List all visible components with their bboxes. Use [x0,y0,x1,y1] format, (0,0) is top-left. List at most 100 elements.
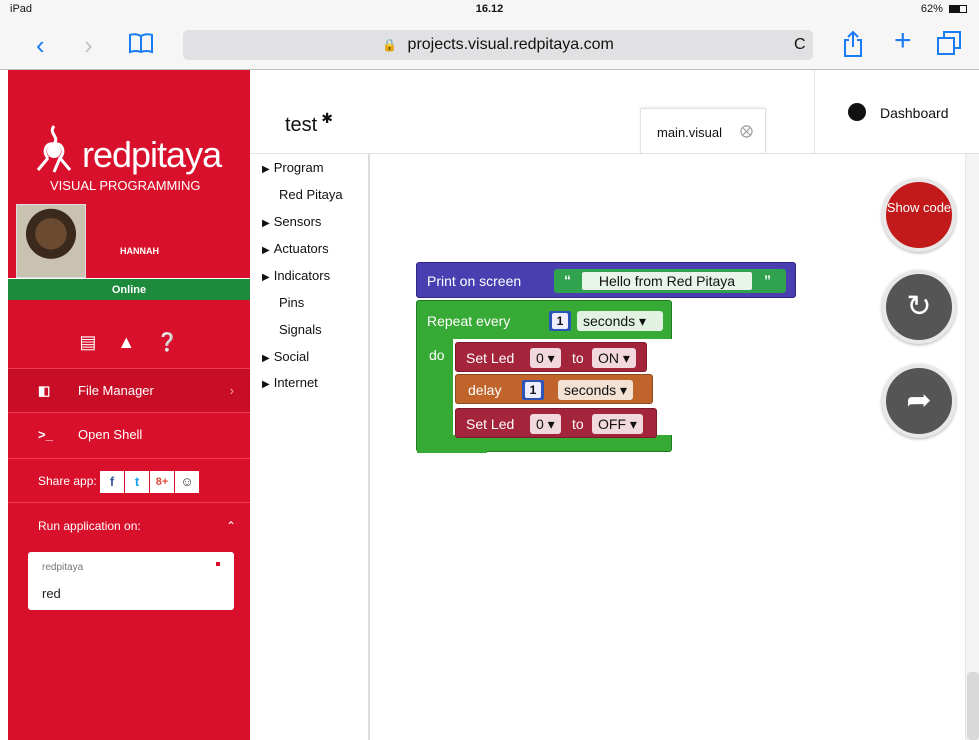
open-shell-item[interactable]: >_ Open Shell [8,412,250,456]
set-led-on-block[interactable]: Set Led 0 ▾ to ON ▾ [455,342,647,372]
led-index-value: 0 [536,416,544,432]
twitter-icon[interactable]: t [125,470,150,493]
bookmarks-icon[interactable] [128,32,154,58]
toolbox-category[interactable]: ▶ Actuators [262,241,329,256]
toolbox-category[interactable]: Pins [279,295,304,310]
repeat-unit-value: seconds [583,313,636,329]
address-bar[interactable]: 🔒 projects.visual.redpitaya.com [183,30,813,60]
lock-icon: 🔒 [382,38,398,52]
text-block[interactable]: “ Hello from Red Pitaya ” [554,269,786,293]
delay-label: delay [468,382,502,398]
forward-icon[interactable]: › [84,32,93,58]
back-icon[interactable]: ‹ [36,32,45,58]
run-button[interactable]: ➦ [882,364,956,438]
set-led-off-block[interactable]: Set Led 0 ▾ to OFF ▾ [455,408,657,438]
logo-subtitle: VISUAL PROGRAMMING [50,178,201,193]
rotate-icon: ↻ [906,290,932,323]
delay-number-block[interactable]: 1 [522,380,544,400]
led-state-dropdown[interactable]: ON ▾ [592,348,636,368]
scrollbar-thumb[interactable] [967,672,979,740]
toolbox-category[interactable]: ▶ Internet [262,375,318,390]
delay-number-field[interactable]: 1 [525,382,541,398]
toolbox-category-label: Indicators [273,268,331,283]
toolbox-category[interactable]: ▶ Sensors [262,214,321,229]
set-led-label: Set Led [466,350,515,366]
new-tab-icon[interactable]: + [894,26,912,56]
tab-main-visual[interactable]: main.visual ⨂ [640,108,766,154]
toolbox-category-label: Internet [273,375,318,390]
show-code-button[interactable]: Show code [882,178,956,252]
delay-unit-value: seconds [564,382,617,398]
ipad-screen: iPad 16.12 62% ‹ › 🔒 projects.visual.red… [0,0,979,740]
expand-arrow-icon: ▶ [262,353,270,364]
status-bar: iPad 16.12 62% [0,0,979,18]
set-led-label: Set Led [466,416,515,432]
toolbox-category-label: Actuators [273,241,329,256]
file-manager-icon: ◧ [38,383,51,398]
workspace-scrollbar[interactable] [965,154,979,740]
delay-unit-dropdown[interactable]: seconds ▾ [558,380,634,400]
url-text: projects.visual.redpitaya.com [407,36,614,53]
device-card[interactable]: redpitaya red [28,552,234,610]
run-application-label: Run application on: [38,519,141,533]
led-index-dropdown[interactable]: 0 ▾ [530,348,561,368]
project-title: test ✱ [285,110,333,137]
sidebar: redpitaya VISUAL PROGRAMMING HANNAH Onli… [8,70,250,740]
text-value-field[interactable]: Hello from Red Pitaya [582,272,752,290]
dashboard-button[interactable]: Dashboard [848,103,949,121]
toolbox-category[interactable]: Signals [279,322,322,337]
reset-button[interactable]: ↻ [882,270,956,344]
expand-arrow-icon: ▶ [262,218,270,229]
gear-icon[interactable]: ✱ [321,110,333,126]
chevron-right-icon: › [229,383,234,398]
toolbox-category[interactable]: ▶ Social [262,349,309,364]
open-shell-label: Open Shell [78,427,143,442]
print-on-screen-block[interactable]: Print on screen “ Hello from Red Pitaya … [416,262,796,298]
device-logo: redpitaya [42,562,84,573]
logo-wordmark: redpitaya [82,134,222,175]
toolbox-category[interactable]: ▶ Program [262,160,324,175]
facebook-icon[interactable]: f [100,470,125,493]
toolbox-category-label: Social [273,349,310,364]
device-name: red [42,586,61,601]
led-state-dropdown[interactable]: OFF ▾ [592,414,643,434]
run-arrow-icon: ➦ [906,384,932,417]
reddit-icon[interactable]: ☺ [175,470,200,493]
reload-icon[interactable]: C [794,36,806,54]
battery-indicator: 62% [921,3,967,15]
toolbox-category-label: Program [273,160,324,175]
expand-arrow-icon: ▶ [262,272,270,283]
led-state-value: ON [598,350,619,366]
google-plus-icon[interactable]: 8+ [150,470,175,493]
repeat-number-block[interactable]: 1 [549,311,571,331]
project-title-text: test [285,114,318,136]
graduation-cap-icon[interactable]: ▲ [117,332,135,352]
repeat-number-field[interactable]: 1 [552,313,568,329]
toolbox-category[interactable]: Red Pitaya [279,187,343,202]
dashboard-divider [814,70,815,154]
toolbox-category-label: Signals [279,322,322,337]
led-index-dropdown[interactable]: 0 ▾ [530,414,561,434]
toolbox-category[interactable]: ▶ Indicators [262,268,330,283]
share-icon[interactable] [842,30,864,62]
toolbox-category-label: Red Pitaya [279,187,343,202]
id-card-icon[interactable]: ▤ [79,332,96,352]
pitaya-logo-icon [32,124,76,184]
file-manager-item[interactable]: ◧ File Manager › [8,368,250,412]
led-state-value: OFF [598,416,626,432]
share-label: Share app: [38,474,97,488]
clock: 16.12 [475,3,504,15]
help-icon[interactable]: ❔ [156,332,178,352]
battery-percent: 62% [920,3,943,15]
dashboard-icon [848,103,866,121]
device-status-dot [216,562,220,566]
avatar[interactable] [16,204,86,278]
expand-arrow-icon: ▶ [262,245,270,256]
repeat-unit-dropdown[interactable]: seconds ▾ [577,311,663,331]
tabs-icon[interactable] [936,30,962,60]
close-tab-icon[interactable]: ⨂ [740,123,753,139]
led-index-value: 0 [536,350,544,366]
run-application-header[interactable]: Run application on: ⌃ [8,502,250,548]
delay-block[interactable]: delay 1 seconds ▾ [455,374,653,404]
toolbox-category-label: Pins [279,295,305,310]
